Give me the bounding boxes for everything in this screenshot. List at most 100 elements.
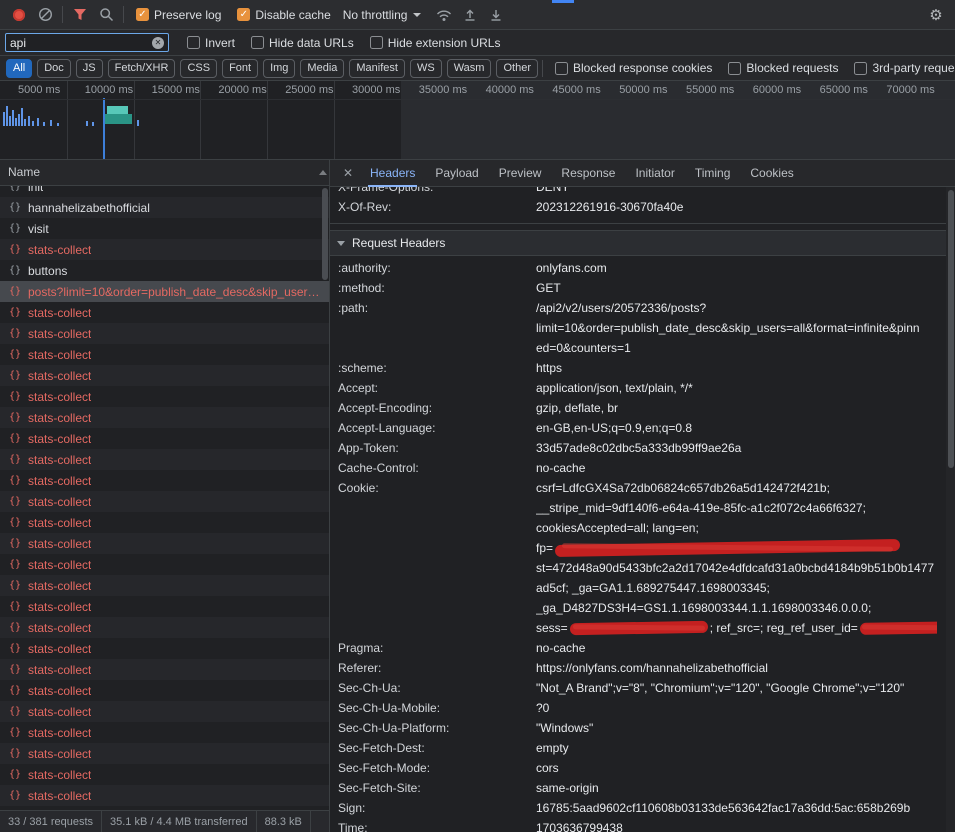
settings-button[interactable] [923, 2, 949, 28]
header-row: Sec-Ch-Ua-Platform:"Windows" [330, 718, 955, 738]
header-value: 16785:5aad9602cf110608b03133de563642fac1… [536, 798, 955, 818]
clear-filter-icon[interactable] [152, 37, 164, 49]
close-icon[interactable]: ✕ [338, 166, 358, 180]
request-row[interactable]: {}init [0, 186, 329, 197]
filter-chip-img[interactable]: Img [263, 59, 295, 78]
tab-headers[interactable]: Headers [360, 160, 425, 187]
checkbox-checked-icon [136, 8, 149, 21]
filter-chip-css[interactable]: CSS [180, 59, 217, 78]
request-row[interactable]: {}stats-collect [0, 638, 329, 659]
request-row[interactable]: {}visit [0, 218, 329, 239]
filter-chip-ws[interactable]: WS [410, 59, 442, 78]
hide-data-urls-checkbox[interactable]: Hide data URLs [251, 36, 354, 50]
blocked-requests-checkbox[interactable]: Blocked requests [728, 61, 838, 75]
filter-chip-doc[interactable]: Doc [37, 59, 71, 78]
filter-chip-js[interactable]: JS [76, 59, 103, 78]
filter-chip-fetch-xhr[interactable]: Fetch/XHR [108, 59, 176, 78]
request-row[interactable]: {}stats-collect [0, 302, 329, 323]
network-conditions-button[interactable] [431, 2, 457, 28]
preserve-log-checkbox[interactable]: Preserve log [136, 8, 221, 22]
request-row[interactable]: {}posts?limit=10&order=publish_date_desc… [0, 281, 329, 302]
activity-bar [32, 121, 34, 126]
details-scrollbar[interactable] [946, 187, 955, 832]
request-row[interactable]: {}stats-collect [0, 239, 329, 260]
request-row[interactable]: {}stats-collect [0, 533, 329, 554]
tab-timing[interactable]: Timing [685, 160, 741, 187]
request-row[interactable]: {}stats-collect [0, 596, 329, 617]
request-row[interactable]: {}stats-collect [0, 575, 329, 596]
third-party-requests-checkbox[interactable]: 3rd-party requests [854, 61, 955, 75]
checkbox-unchecked-icon [854, 62, 867, 75]
tab-payload[interactable]: Payload [425, 160, 488, 187]
request-list-scrollbar[interactable] [321, 186, 329, 810]
request-row[interactable]: {}stats-collect [0, 722, 329, 743]
clear-button[interactable] [32, 2, 58, 28]
header-row: :scheme:https [330, 358, 955, 378]
record-button[interactable] [6, 2, 32, 28]
request-name: hannahelizabethofficial [28, 201, 150, 215]
filter-toggle-button[interactable] [67, 2, 93, 28]
name-column-header[interactable]: Name [0, 160, 329, 186]
request-row[interactable]: {}stats-collect [0, 764, 329, 785]
request-row[interactable]: {}stats-collect [0, 491, 329, 512]
filter-chip-font[interactable]: Font [222, 59, 258, 78]
filter-chip-other[interactable]: Other [496, 59, 538, 78]
request-name: stats-collect [28, 411, 91, 425]
tab-cookies[interactable]: Cookies [740, 160, 803, 187]
header-row: Cache-Control:no-cache [330, 458, 955, 478]
scrollbar-thumb[interactable] [322, 188, 328, 280]
request-row[interactable]: {}stats-collect [0, 680, 329, 701]
export-har-button[interactable] [483, 2, 509, 28]
request-row[interactable]: {}stats-collect [0, 449, 329, 470]
request-row[interactable]: {}stats-collect [0, 743, 329, 764]
request-row[interactable]: {}stats-collect [0, 617, 329, 638]
activity-bar [92, 122, 94, 126]
request-row[interactable]: {}stats-collect [0, 554, 329, 575]
export-icon [489, 8, 503, 22]
throttling-select[interactable]: No throttling [343, 8, 422, 22]
request-name: stats-collect [28, 306, 91, 320]
request-row[interactable]: {}stats-collect [0, 428, 329, 449]
disable-cache-checkbox[interactable]: Disable cache [237, 8, 330, 22]
overview-timeline[interactable]: 5000 ms10000 ms15000 ms20000 ms25000 ms3… [0, 81, 955, 160]
filter-chip-all[interactable]: All [6, 59, 32, 78]
header-value: /api2/v2/users/20572336/posts?limit=10&o… [536, 298, 955, 358]
hide-extension-urls-checkbox[interactable]: Hide extension URLs [370, 36, 501, 50]
request-row[interactable]: {}buttons [0, 260, 329, 281]
search-button[interactable] [93, 2, 119, 28]
request-name: init [28, 186, 43, 194]
tab-initiator[interactable]: Initiator [625, 160, 684, 187]
request-headers-section[interactable]: Request Headers [330, 230, 955, 256]
header-row: Sec-Ch-Ua:"Not_A Brand";v="8", "Chromium… [330, 678, 955, 698]
timeline-marker[interactable] [103, 98, 105, 159]
request-row[interactable]: {}stats-collect [0, 659, 329, 680]
invert-checkbox[interactable]: Invert [187, 36, 235, 50]
filter-chip-media[interactable]: Media [300, 59, 344, 78]
header-value: "Not_A Brand";v="8", "Chromium";v="120",… [536, 678, 955, 698]
request-row[interactable]: {}stats-collect [0, 512, 329, 533]
filter-chip-wasm[interactable]: Wasm [447, 59, 492, 78]
invert-label: Invert [205, 36, 235, 50]
request-row[interactable]: {}stats-collect [0, 344, 329, 365]
request-row[interactable]: {}stats-collect [0, 470, 329, 491]
blocked-response-cookies-checkbox[interactable]: Blocked response cookies [555, 61, 712, 75]
import-har-button[interactable] [457, 2, 483, 28]
request-row[interactable]: {}stats-collect [0, 386, 329, 407]
scroll-up-icon[interactable] [319, 170, 327, 175]
record-icon [13, 9, 25, 21]
request-row[interactable]: {}stats-collect [0, 323, 329, 344]
scrollbar-thumb[interactable] [948, 190, 954, 468]
tab-response[interactable]: Response [551, 160, 625, 187]
request-row[interactable]: {}stats-collect [0, 365, 329, 386]
request-row[interactable]: {}stats-collect [0, 785, 329, 806]
filter-chip-manifest[interactable]: Manifest [349, 59, 405, 78]
checkbox-unchecked-icon [370, 36, 383, 49]
tab-preview[interactable]: Preview [489, 160, 552, 187]
request-row[interactable]: {}hannahelizabethofficial [0, 197, 329, 218]
request-row[interactable]: {}stats-collect [0, 407, 329, 428]
filter-input[interactable] [10, 36, 152, 50]
name-column-label: Name [8, 165, 40, 179]
request-row[interactable]: {}stats-collect [0, 701, 329, 722]
request-name: stats-collect [28, 600, 91, 614]
timeline-column: 70000 ms [868, 81, 936, 159]
